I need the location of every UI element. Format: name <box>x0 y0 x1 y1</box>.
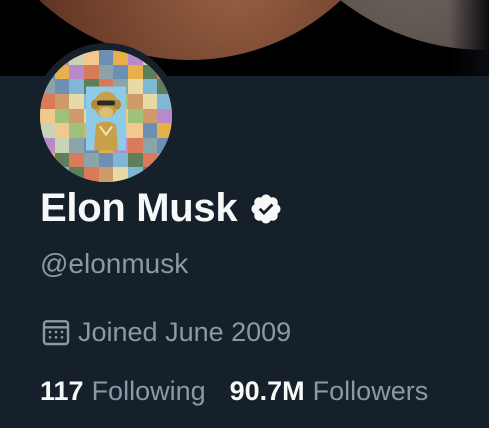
avatar-mosaic-tile <box>128 79 143 94</box>
following-count: 117 <box>40 376 84 406</box>
avatar-mosaic-tile <box>128 108 143 124</box>
follow-stats: 117 Following 90.7M Followers <box>40 376 428 407</box>
profile-name-row: Elon Musk <box>40 186 283 231</box>
avatar-mosaic-tile <box>142 138 158 153</box>
avatar-mosaic-tile <box>69 79 84 94</box>
avatar-mosaic-tile <box>84 64 99 80</box>
avatar-mosaic-tile <box>40 108 55 124</box>
avatar-mosaic-tile <box>69 152 84 168</box>
avatar-mosaic-tile <box>142 123 158 138</box>
verified-badge-icon[interactable] <box>249 192 283 226</box>
avatar[interactable] <box>40 50 172 182</box>
followers-count: 90.7M <box>229 376 305 406</box>
avatar-mosaic-tile <box>40 94 55 109</box>
avatar-mosaic-tile <box>54 123 70 138</box>
avatar-mosaic-tile <box>84 152 99 168</box>
profile-handle: @elonmusk <box>40 248 189 279</box>
avatar-mosaic-tile <box>128 94 143 109</box>
avatar-mosaic-tile <box>69 94 84 109</box>
avatar-mosaic-tile <box>142 108 158 124</box>
avatar-mosaic-tile <box>98 152 114 168</box>
avatar-mosaic-tile <box>54 108 70 124</box>
avatar-mosaic-tile <box>128 138 143 153</box>
avatar-mosaic-tile <box>40 167 55 182</box>
avatar-mosaic-tile <box>157 108 172 124</box>
avatar-mosaic-tile <box>69 123 84 138</box>
banner-planet-left <box>0 0 410 60</box>
joined-date: Joined June 2009 <box>78 316 292 347</box>
avatar-mosaic-tile <box>69 138 84 153</box>
avatar-mosaic-tile <box>98 50 114 65</box>
followers-label: Followers <box>312 376 429 406</box>
avatar-mosaic-tile <box>98 64 114 80</box>
profile-name: Elon Musk <box>40 186 238 230</box>
avatar-mosaic-tile <box>54 138 70 153</box>
avatar-mosaic-tile <box>40 123 55 138</box>
avatar-mosaic-tile <box>128 152 143 168</box>
following-label: Following <box>91 376 206 406</box>
following-link[interactable]: 117 Following <box>40 376 206 407</box>
avatar-mosaic-tile <box>54 79 70 94</box>
avatar-mosaic-tile <box>128 64 143 80</box>
avatar-mosaic-tile <box>69 108 84 124</box>
avatar-mosaic-tile <box>84 50 99 65</box>
avatar-mosaic-tile <box>142 79 158 94</box>
joined-date-row: Joined June 2009 <box>40 316 291 348</box>
followers-link[interactable]: 90.7M Followers <box>230 376 429 407</box>
avatar-mosaic-tile <box>98 167 114 182</box>
banner-edge-shade <box>449 0 489 76</box>
avatar-mosaic-tile <box>113 152 128 168</box>
avatar-mosaic-tile <box>128 123 143 138</box>
avatar-mosaic-tile <box>142 94 158 109</box>
avatar-mosaic-tile <box>113 50 128 65</box>
avatar-mosaic-tile <box>113 64 128 80</box>
ape-avatar-icon <box>86 86 126 151</box>
avatar-mosaic-tile <box>69 64 84 80</box>
avatar-mosaic-tile <box>54 94 70 109</box>
calendar-icon <box>42 320 70 346</box>
avatar-mosaic-tile <box>157 167 172 182</box>
